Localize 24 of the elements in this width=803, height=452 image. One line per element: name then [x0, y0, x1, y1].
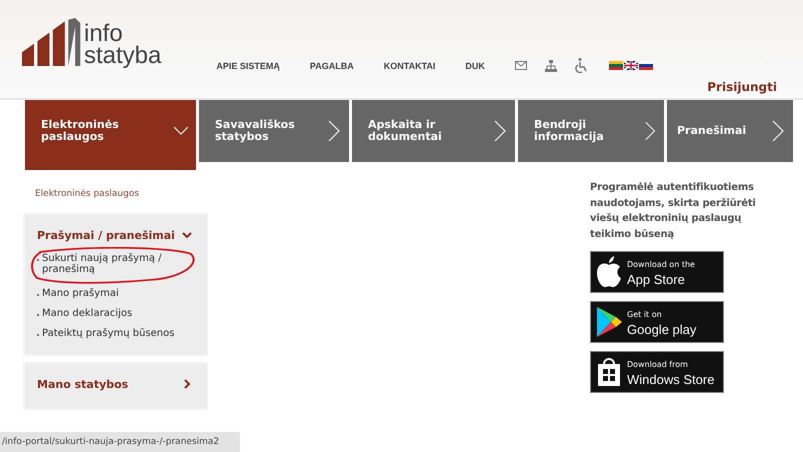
header-link[interactable]: DUK	[465, 60, 485, 70]
store-badge[interactable]: Download from Windows Store	[590, 351, 724, 393]
panel-header[interactable]: Prašymai / pranešimai	[37, 225, 206, 245]
logo-text: info	[84, 23, 123, 45]
header-link[interactable]: APIE SISTEMĄ	[216, 60, 280, 70]
header-link[interactable]: PAGALBA	[310, 60, 354, 70]
sidebar-link[interactable]: Mano deklaracijos	[42, 308, 132, 319]
panel-header[interactable]: Mano statybos	[37, 374, 206, 394]
store-badge[interactable]: Get it on Google play	[590, 301, 724, 343]
nav-tab[interactable]: Bendroji informacija	[518, 100, 664, 162]
nav-tab[interactable]: Pranešimai	[667, 100, 793, 162]
login-link[interactable]: Prisijungti	[707, 80, 777, 94]
store-badge[interactable]: Download on the App Store	[590, 251, 724, 293]
logo-text: statyba	[84, 45, 162, 67]
promo-text: Programėlė autentifikuotiems naudotojams, skirta peržiūrėti viešų elektroninių paslaugų teikimo būseną	[590, 181, 757, 242]
sidebar-link[interactable]: Sukurti naują prašymą / pranešimą	[42, 253, 186, 275]
status-bar: /info-portal/sukurti-nauja-prasyma-/-pranesima2	[0, 432, 240, 452]
sidebar-link[interactable]: Pateiktų prašymų būsenos	[42, 328, 174, 339]
breadcrumb-link[interactable]: Elektroninės paslaugos	[35, 189, 400, 213]
nav-tab[interactable]: Savavališkos statybos	[199, 100, 349, 162]
nav-tab[interactable]: Apskaita ir dokumentai	[352, 100, 515, 162]
header-link[interactable]: KONTAKTAI	[384, 60, 436, 70]
sidebar-link[interactable]: Mano prašymai	[42, 288, 119, 299]
nav-tab[interactable]: Elektroninės paslaugos	[25, 100, 196, 170]
